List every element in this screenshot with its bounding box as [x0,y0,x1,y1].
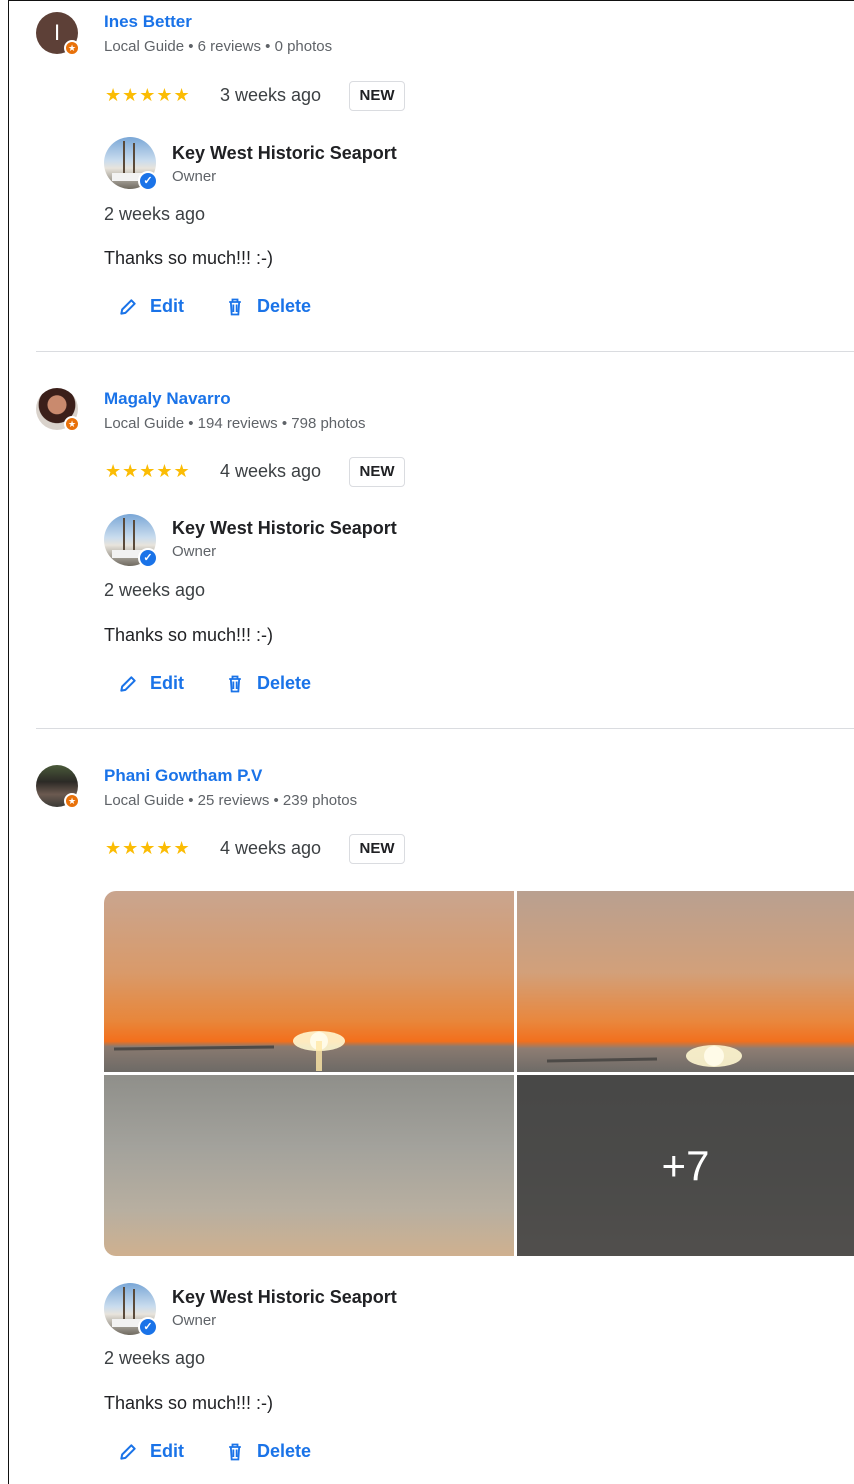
edit-button[interactable]: Edit [118,1441,184,1462]
star-rating: ★★★★★ [105,838,191,858]
edit-label: Edit [150,1441,184,1461]
reviewer-avatar[interactable]: I ★ [36,12,80,56]
divider [36,728,854,729]
edit-button[interactable]: Edit [118,673,184,694]
trash-icon [229,298,241,315]
reply-text: Thanks so much!!! :-) [104,625,274,645]
local-guide-badge-icon: ★ [64,793,80,809]
verified-check-icon: ✓ [138,171,158,191]
review-time: 4 weeks ago [220,838,322,858]
local-guide-badge-icon: ★ [64,40,80,56]
reviewer-name[interactable]: Phani Gowtham P.V [104,766,262,786]
pencil-icon [120,1443,136,1460]
reply-time: 2 weeks ago [104,580,206,600]
review-photo-more[interactable]: +7 [517,1075,854,1256]
star-rating: ★★★★★ [105,461,191,481]
edit-button[interactable]: Edit [118,296,184,317]
reply-text: Thanks so much!!! :-) [104,1393,274,1413]
review-photo[interactable] [104,1075,514,1256]
delete-button[interactable]: Delete [225,1441,311,1462]
delete-button[interactable]: Delete [225,673,311,694]
local-guide-badge-icon: ★ [64,416,80,432]
delete-label: Delete [257,296,312,316]
review-photos-grid: +7 [104,891,854,1256]
new-badge: NEW [349,81,405,111]
owner-name: Key West Historic Seaport [172,143,397,163]
reply-time: 2 weeks ago [104,204,206,224]
review-time: 4 weeks ago [220,461,322,481]
edit-label: Edit [150,296,184,316]
delete-label: Delete [257,673,312,693]
reviewer-avatar[interactable]: ★ [36,388,80,432]
owner-avatar: ✓ [104,137,158,191]
pencil-icon [120,298,136,315]
owner-avatar: ✓ [104,514,158,568]
owner-name: Key West Historic Seaport [172,1287,397,1307]
reply-text: Thanks so much!!! :-) [104,248,274,268]
verified-check-icon: ✓ [138,1317,158,1337]
reviewer-meta: Local Guide • 6 reviews • 0 photos [104,38,333,55]
reviewer-name[interactable]: Ines Better [104,12,192,32]
review-time: 3 weeks ago [220,85,322,105]
owner-avatar: ✓ [104,1283,158,1337]
new-badge: NEW [349,834,405,864]
delete-button[interactable]: Delete [225,296,311,317]
owner-role: Owner [172,168,217,185]
reviewer-meta: Local Guide • 25 reviews • 239 photos [104,792,358,809]
star-rating: ★★★★★ [105,85,191,105]
trash-icon [229,1443,241,1460]
divider [36,351,854,352]
reviewer-avatar[interactable]: ★ [36,765,80,809]
delete-label: Delete [257,1441,312,1461]
reviewer-name[interactable]: Magaly Navarro [104,389,231,409]
trash-icon [229,675,241,692]
reply-time: 2 weeks ago [104,1348,206,1368]
verified-check-icon: ✓ [138,548,158,568]
review-photo[interactable] [517,891,854,1072]
reviewer-meta: Local Guide • 194 reviews • 798 photos [104,415,366,432]
pencil-icon [120,675,136,692]
more-photos-count: +7 [517,1075,854,1256]
owner-role: Owner [172,543,217,560]
owner-name: Key West Historic Seaport [172,518,397,538]
new-badge: NEW [349,457,405,487]
review-photo[interactable] [104,891,514,1072]
edit-label: Edit [150,673,184,693]
owner-role: Owner [172,1312,217,1329]
